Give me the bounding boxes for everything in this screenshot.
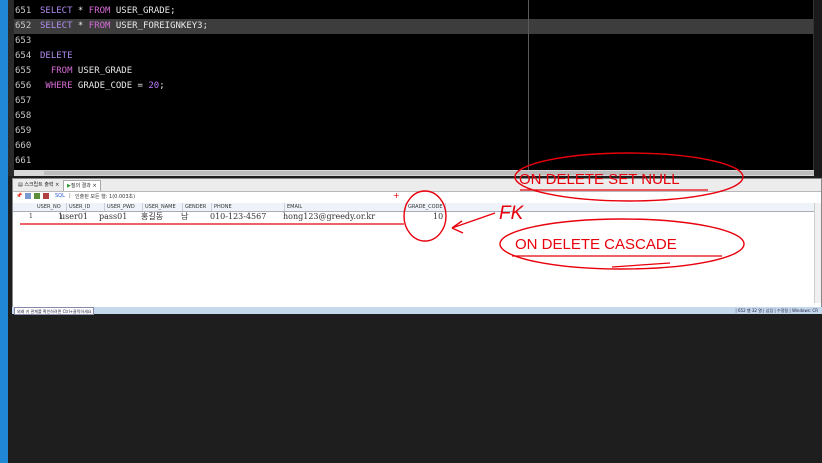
- cascade-tail: [611, 262, 671, 268]
- fk-arrow: [451, 212, 496, 234]
- grade-code-circle: [403, 190, 447, 242]
- annotation-layer: [20, 152, 745, 270]
- annotation-cascade: ON DELETE CASCADE: [515, 236, 677, 253]
- annotation-set-null: ON DELETE SET NULL: [519, 171, 680, 188]
- annotation-fk: FK: [499, 203, 524, 224]
